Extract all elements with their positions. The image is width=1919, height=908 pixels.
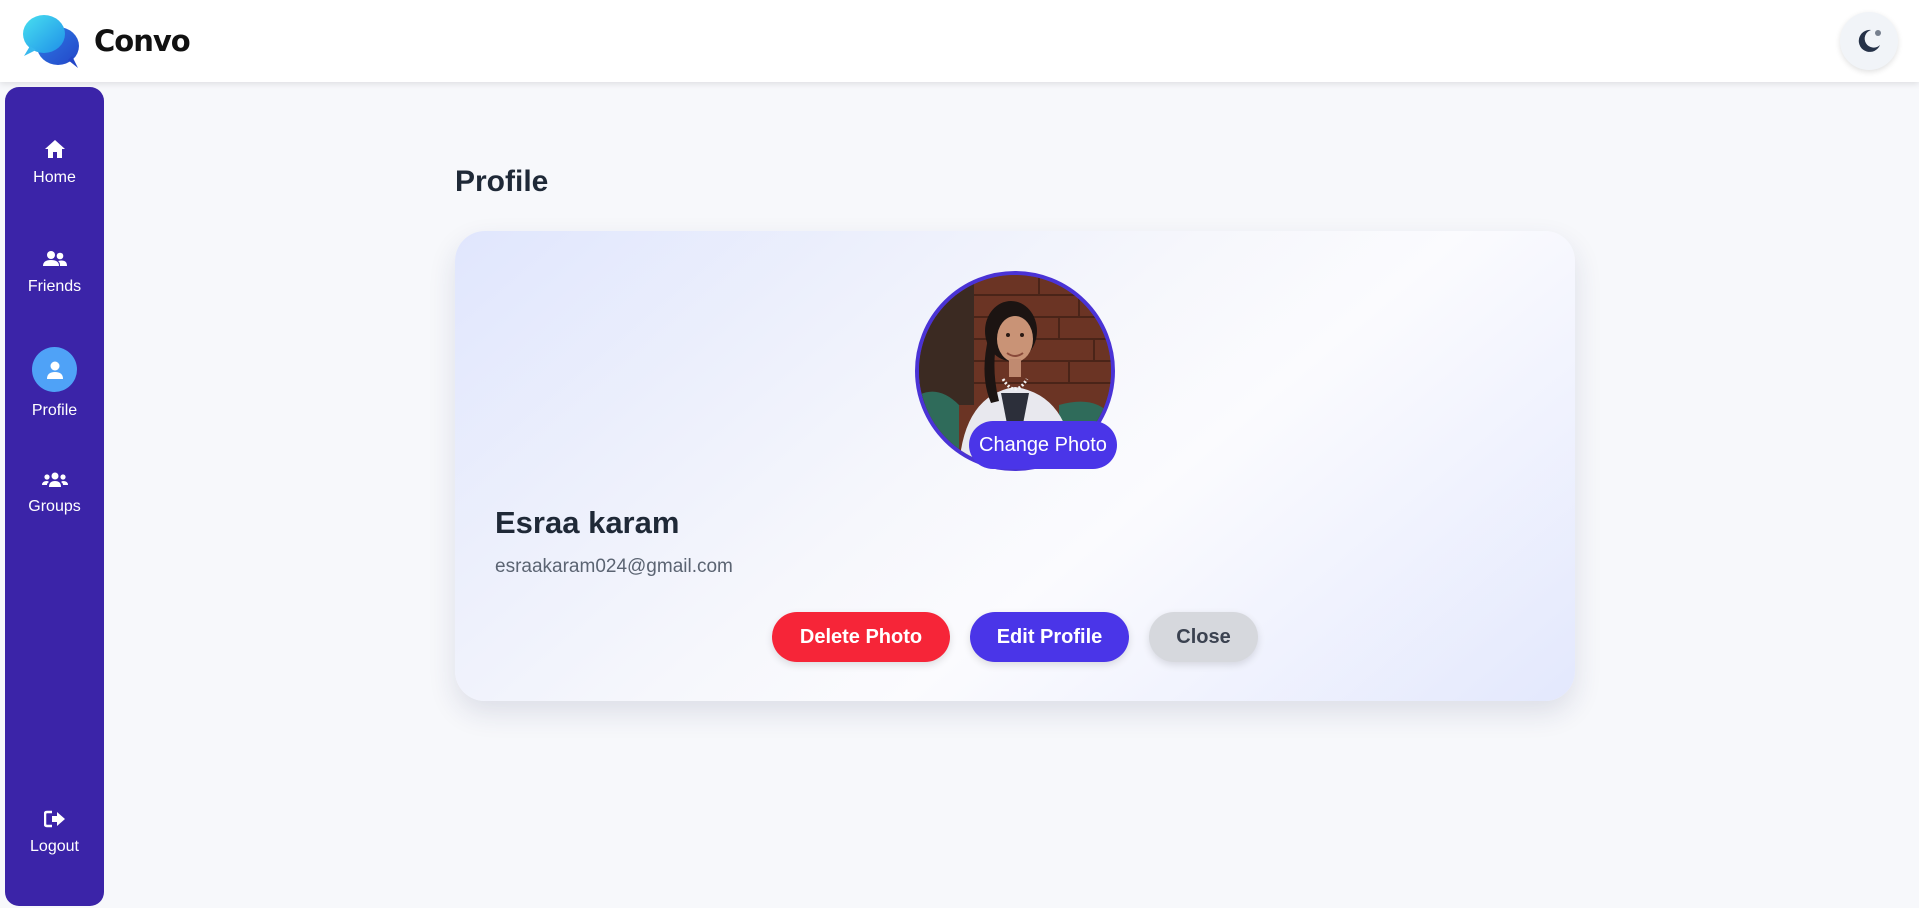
profile-card: Change Photo Esraa karam esraakaram024@g… — [455, 231, 1575, 701]
top-bar: Convo — [0, 0, 1919, 82]
sidebar-item-friends[interactable]: Friends — [5, 250, 104, 296]
chat-bubbles-logo-icon — [22, 12, 82, 70]
home-icon — [44, 140, 65, 158]
sidebar-item-groups[interactable]: Groups — [5, 472, 104, 516]
logout-label: Logout — [30, 838, 79, 855]
change-photo-button[interactable]: Change Photo — [969, 421, 1117, 469]
sidebar-item-home[interactable]: Home — [5, 139, 104, 187]
sidebar-item-label: Friends — [27, 278, 82, 295]
sign-out-icon — [43, 810, 65, 828]
user-friends-icon — [42, 251, 67, 266]
sidebar-item-label: Groups — [28, 498, 81, 515]
sidebar-item-label: Home — [33, 169, 76, 186]
sidebar: Home Friends Profile Groups Logout — [5, 87, 104, 906]
sidebar-item-profile[interactable]: Profile — [5, 347, 104, 420]
edit-profile-button[interactable]: Edit Profile — [970, 612, 1129, 662]
brand[interactable]: Convo — [22, 12, 191, 70]
theme-toggle-button[interactable] — [1840, 12, 1898, 70]
user-email: esraakaram024@gmail.com — [495, 556, 733, 577]
page-title: Profile — [455, 165, 549, 198]
user-icon — [46, 361, 63, 379]
close-button[interactable]: Close — [1149, 612, 1258, 662]
avatar-container: Change Photo — [915, 271, 1117, 471]
users-icon — [41, 472, 68, 487]
user-name: Esraa karam — [495, 505, 680, 540]
app-name: Convo — [94, 24, 191, 58]
active-indicator — [32, 347, 77, 392]
delete-photo-button[interactable]: Delete Photo — [772, 612, 950, 662]
logout-button[interactable]: Logout — [5, 810, 104, 856]
sidebar-item-label: Profile — [31, 402, 78, 419]
moon-icon — [1858, 29, 1881, 52]
